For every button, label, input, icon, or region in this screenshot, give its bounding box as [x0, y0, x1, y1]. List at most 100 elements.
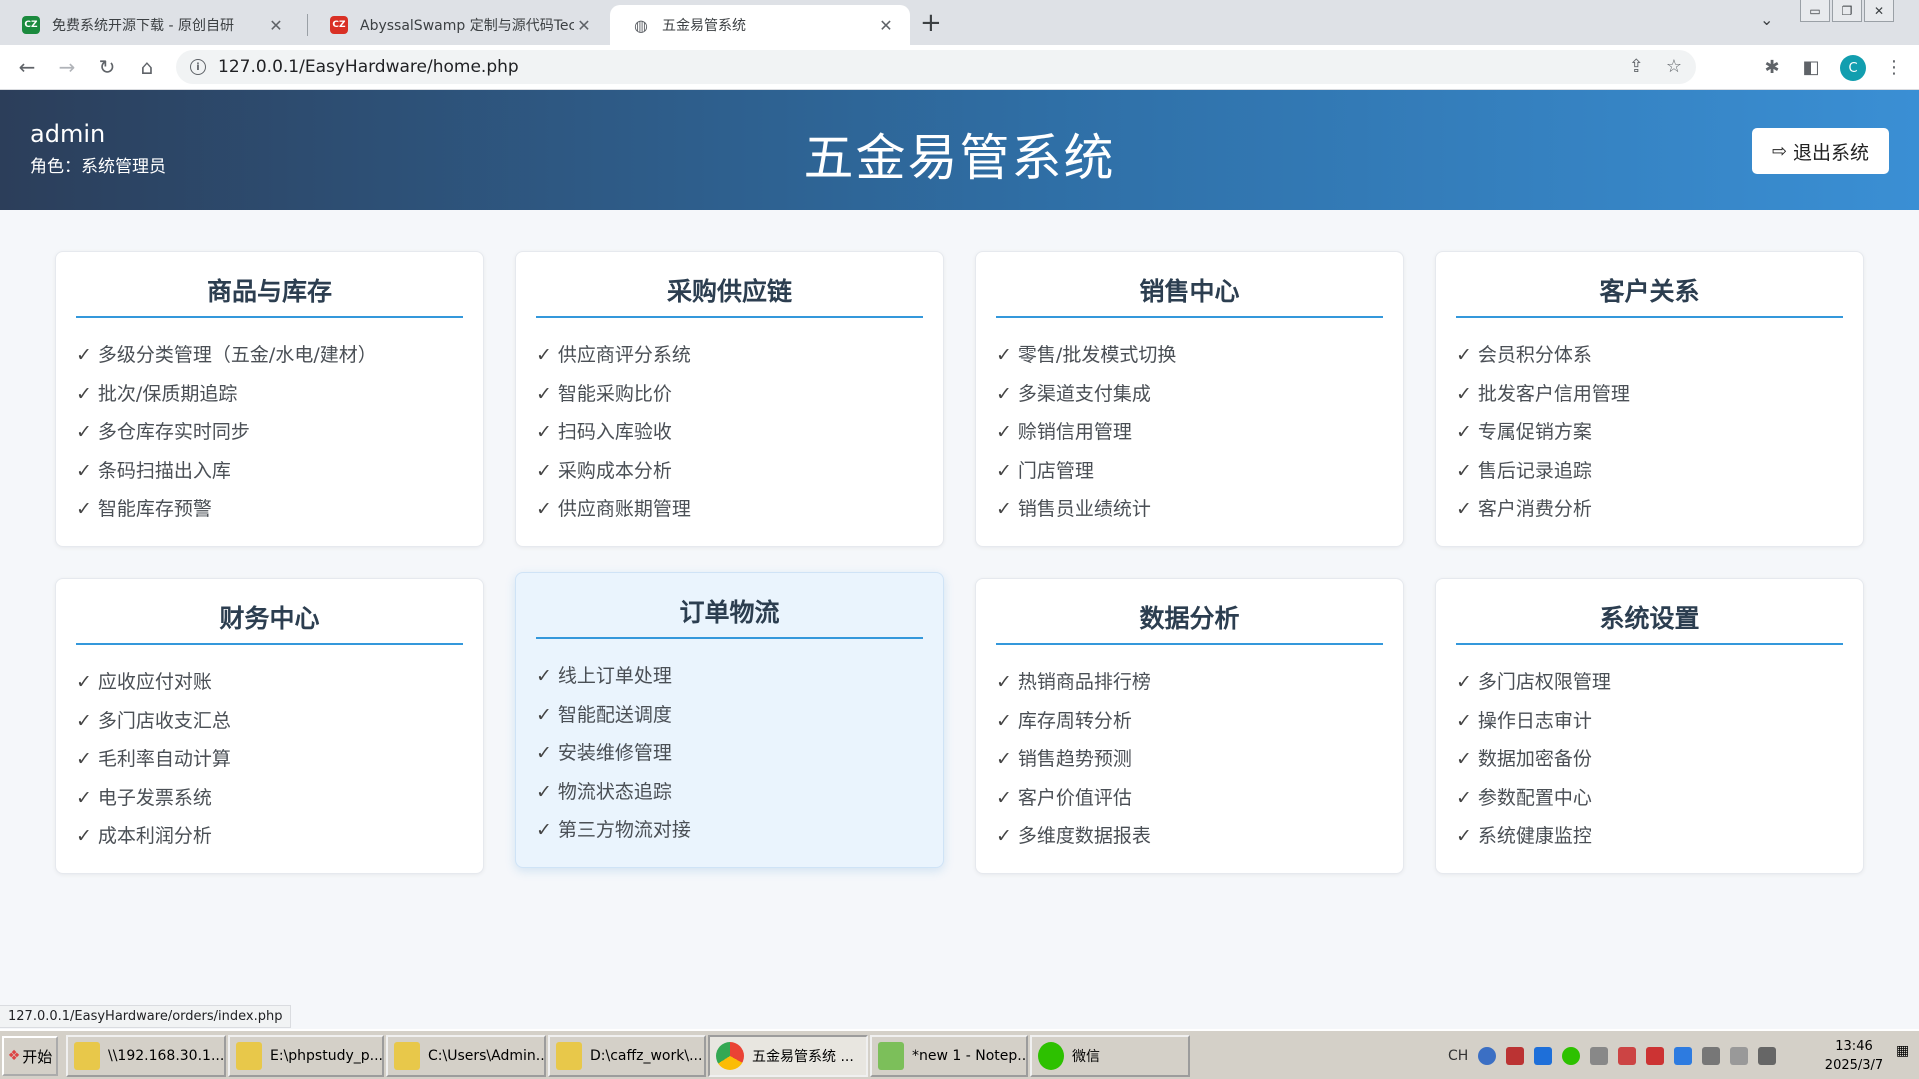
system-clock[interactable]: 13:46 2025/3/7	[1814, 1037, 1894, 1075]
home-icon[interactable]: ⌂	[133, 53, 161, 81]
module-card-inventory[interactable]: 商品与库存 ✓ 多级分类管理（五金/水电/建材） ✓ 批次/保质期追踪 ✓ 多仓库存实…	[55, 251, 484, 547]
folder-icon	[556, 1042, 582, 1070]
browser-menu-icon[interactable]: ⋮	[1880, 53, 1908, 81]
module-item[interactable]: ✓ 批发客户信用管理	[1456, 375, 1843, 414]
browser-tab-1[interactable]: CZ 免费系统开源下载 - 原创自研 ✕	[0, 5, 300, 45]
module-item[interactable]: ✓ 零售/批发模式切换	[996, 336, 1383, 375]
signal-icon[interactable]	[1590, 1047, 1609, 1065]
service-icon[interactable]	[1674, 1047, 1693, 1065]
module-item[interactable]: ✓ 门店管理	[996, 452, 1383, 491]
share-icon[interactable]: ⇪	[1629, 56, 1644, 77]
minimize-icon[interactable]: ▭	[1800, 0, 1830, 22]
show-desktop-icon[interactable]: ▦	[1896, 1043, 1914, 1065]
network-globe-icon[interactable]	[1478, 1047, 1497, 1065]
module-item[interactable]: ✓ 线上订单处理	[536, 657, 923, 696]
module-item[interactable]: ✓ 扫码入库验收	[536, 413, 923, 452]
taskbar-item-folder[interactable]: E:\phpstudy_p...	[228, 1035, 384, 1077]
module-card-purchasing[interactable]: 采购供应链 ✓ 供应商评分系统 ✓ 智能采购比价 ✓ 扫码入库验收 ✓ 采购成本分析 ✓…	[515, 251, 944, 547]
module-item[interactable]: ✓ 操作日志审计	[1456, 702, 1843, 741]
taskbar-item-folder[interactable]: \\192.168.30.1...	[66, 1035, 226, 1077]
tools-icon[interactable]	[1618, 1047, 1637, 1065]
forward-arrow-icon[interactable]: →	[53, 53, 81, 81]
record-icon[interactable]	[1506, 1047, 1525, 1065]
volume-icon[interactable]	[1730, 1047, 1749, 1065]
module-item[interactable]: ✓ 多门店权限管理	[1456, 663, 1843, 702]
module-card-analytics[interactable]: 数据分析 ✓ 热销商品排行榜 ✓ 库存周转分析 ✓ 销售趋势预测 ✓ 客户价值评估 ✓ 多…	[975, 578, 1404, 874]
module-item[interactable]: ✓ 供应商评分系统	[536, 336, 923, 375]
module-item[interactable]: ✓ 采购成本分析	[536, 452, 923, 491]
logout-button[interactable]: ⇨ 退出系统	[1752, 128, 1889, 174]
module-item[interactable]: ✓ 成本利润分析	[76, 817, 463, 856]
security-icon[interactable]	[1646, 1047, 1665, 1065]
module-item[interactable]: ✓ 会员积分体系	[1456, 336, 1843, 375]
module-item[interactable]: ✓ 销售趋势预测	[996, 740, 1383, 779]
bookmark-star-icon[interactable]: ☆	[1666, 56, 1682, 77]
module-item[interactable]: ✓ 售后记录追踪	[1456, 452, 1843, 491]
module-item[interactable]: ✓ 数据加密备份	[1456, 740, 1843, 779]
module-item[interactable]: ✓ 智能采购比价	[536, 375, 923, 414]
browser-tab-3-active[interactable]: ◍ 五金易管系统 ✕	[610, 5, 910, 45]
wechat-tray-icon[interactable]	[1562, 1047, 1581, 1065]
module-item[interactable]: ✓ 毛利率自动计算	[76, 740, 463, 779]
module-card-orders-logistics[interactable]: 订单物流 ✓ 线上订单处理 ✓ 智能配送调度 ✓ 安装维修管理 ✓ 物流状态追踪 ✓ 第三…	[515, 572, 944, 868]
side-panel-icon[interactable]: ◧	[1797, 53, 1825, 81]
taskbar-item-chrome[interactable]: 五金易管系统 ...	[708, 1035, 868, 1077]
module-item[interactable]: ✓ 智能配送调度	[536, 696, 923, 735]
extensions-puzzle-icon[interactable]: ✱	[1758, 53, 1786, 81]
module-item[interactable]: ✓ 客户消费分析	[1456, 490, 1843, 529]
browser-tab-strip: CZ 免费系统开源下载 - 原创自研 ✕ CZ AbyssalSwamp 定制与…	[0, 0, 1919, 45]
tab-search-chevron-icon[interactable]: ⌄	[1760, 10, 1773, 29]
url-text[interactable]: 127.0.0.1/EasyHardware/home.php	[218, 57, 519, 77]
module-item[interactable]: ✓ 赊销信用管理	[996, 413, 1383, 452]
check-icon: ✓	[76, 382, 92, 405]
module-item[interactable]: ✓ 多级分类管理（五金/水电/建材）	[76, 336, 463, 375]
module-item[interactable]: ✓ 参数配置中心	[1456, 779, 1843, 818]
taskbar-item-folder[interactable]: C:\Users\Admin...	[386, 1035, 546, 1077]
new-tab-plus-icon[interactable]: +	[920, 8, 942, 38]
module-card-crm[interactable]: 客户关系 ✓ 会员积分体系 ✓ 批发客户信用管理 ✓ 专属促销方案 ✓ 售后记录追踪 ✓…	[1435, 251, 1864, 547]
taskbar-item-folder[interactable]: D:\caffz_work\...	[548, 1035, 706, 1077]
usb-icon[interactable]	[1702, 1047, 1721, 1065]
module-item[interactable]: ✓ 智能库存预警	[76, 490, 463, 529]
back-arrow-icon[interactable]: ←	[13, 53, 41, 81]
close-window-icon[interactable]: ✕	[1864, 0, 1894, 22]
taskbar-item-wechat[interactable]: 微信	[1030, 1035, 1190, 1077]
address-bar[interactable]: i 127.0.0.1/EasyHardware/home.php ⇪ ☆	[176, 50, 1696, 84]
module-item[interactable]: ✓ 物流状态追踪	[536, 773, 923, 812]
module-item[interactable]: ✓ 多维度数据报表	[996, 817, 1383, 856]
input-language[interactable]: CH	[1448, 1048, 1468, 1064]
module-card-sales[interactable]: 销售中心 ✓ 零售/批发模式切换 ✓ 多渠道支付集成 ✓ 赊销信用管理 ✓ 门店管理 ✓…	[975, 251, 1404, 547]
profile-avatar[interactable]: C	[1840, 55, 1866, 81]
module-item[interactable]: ✓ 供应商账期管理	[536, 490, 923, 529]
module-item[interactable]: ✓ 条码扫描出入库	[76, 452, 463, 491]
site-info-icon[interactable]: i	[190, 59, 206, 75]
module-item[interactable]: ✓ 专属促销方案	[1456, 413, 1843, 452]
tab-close-icon[interactable]: ✕	[574, 16, 594, 35]
module-item[interactable]: ✓ 第三方物流对接	[536, 811, 923, 850]
module-item[interactable]: ✓ 批次/保质期追踪	[76, 375, 463, 414]
tab-close-icon[interactable]: ✕	[876, 16, 896, 35]
reload-icon[interactable]: ↻	[93, 53, 121, 81]
browser-tab-2[interactable]: CZ AbyssalSwamp 定制与源代码Technol ✕	[308, 5, 608, 45]
p-app-icon[interactable]	[1534, 1047, 1553, 1065]
taskbar-item-notepad[interactable]: *new 1 - Notep...	[870, 1035, 1028, 1077]
module-item[interactable]: ✓ 多门店收支汇总	[76, 702, 463, 741]
start-button[interactable]: ❖ 开始	[2, 1036, 58, 1076]
module-item[interactable]: ✓ 热销商品排行榜	[996, 663, 1383, 702]
module-item[interactable]: ✓ 多仓库存实时同步	[76, 413, 463, 452]
module-card-finance[interactable]: 财务中心 ✓ 应收应付对账 ✓ 多门店收支汇总 ✓ 毛利率自动计算 ✓ 电子发票系统 ✓…	[55, 578, 484, 874]
tab-close-icon[interactable]: ✕	[266, 16, 286, 35]
module-item[interactable]: ✓ 安装维修管理	[536, 734, 923, 773]
module-item[interactable]: ✓ 库存周转分析	[996, 702, 1383, 741]
module-card-settings[interactable]: 系统设置 ✓ 多门店权限管理 ✓ 操作日志审计 ✓ 数据加密备份 ✓ 参数配置中心 ✓ 系…	[1435, 578, 1864, 874]
check-icon: ✓	[76, 459, 92, 482]
module-item[interactable]: ✓ 客户价值评估	[996, 779, 1383, 818]
module-item[interactable]: ✓ 多渠道支付集成	[996, 375, 1383, 414]
send-icon[interactable]	[1758, 1047, 1777, 1065]
restore-icon[interactable]: ❐	[1832, 0, 1862, 22]
module-item[interactable]: ✓ 应收应付对账	[76, 663, 463, 702]
module-item[interactable]: ✓ 电子发票系统	[76, 779, 463, 818]
check-icon: ✓	[1456, 748, 1472, 771]
module-item[interactable]: ✓ 销售员业绩统计	[996, 490, 1383, 529]
module-item[interactable]: ✓ 系统健康监控	[1456, 817, 1843, 856]
